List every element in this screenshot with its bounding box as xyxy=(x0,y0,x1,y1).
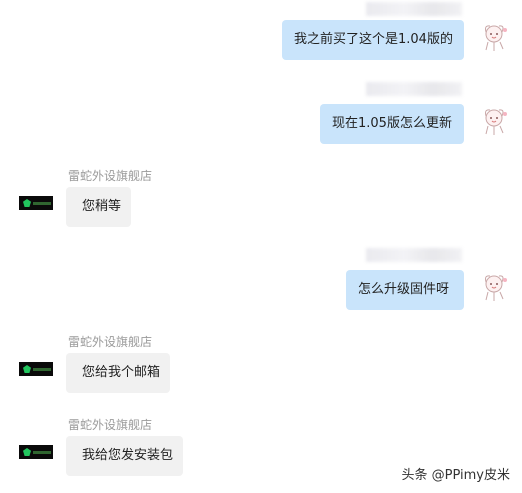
brand-text-bar xyxy=(33,367,51,371)
razer-logo-icon xyxy=(23,199,31,207)
blurred-username xyxy=(366,2,462,16)
message-text: 我给您发安装包 xyxy=(82,448,174,463)
razer-logo-icon xyxy=(23,365,31,373)
brand-text-bar xyxy=(33,201,51,205)
message-text: 我之前买了这个是1.04版的 xyxy=(294,32,453,47)
user-avatar-icon[interactable] xyxy=(480,272,510,302)
message-text: 您给我个邮箱 xyxy=(82,365,161,380)
shop-avatar[interactable] xyxy=(19,445,53,459)
razer-logo-icon xyxy=(23,448,31,456)
sender-name: 雷蛇外设旗舰店 xyxy=(68,169,153,183)
message-text: 怎么升级固件呀 xyxy=(358,282,450,297)
shop-message-bubble: 您给我个邮箱 xyxy=(66,353,170,393)
blurred-username xyxy=(366,82,462,96)
sender-name: 雷蛇外设旗舰店 xyxy=(68,418,153,432)
my-message-bubble: 现在1.05版怎么更新 xyxy=(320,104,464,144)
watermark: 头条 @PPimy皮米 xyxy=(401,468,511,483)
shop-message-bubble: 我给您发安装包 xyxy=(66,436,183,476)
message-text: 现在1.05版怎么更新 xyxy=(332,116,452,131)
blurred-username xyxy=(366,248,462,262)
my-message-bubble: 我之前买了这个是1.04版的 xyxy=(282,20,464,60)
user-avatar-icon[interactable] xyxy=(480,22,510,52)
shop-avatar[interactable] xyxy=(19,362,53,376)
user-avatar-icon[interactable] xyxy=(480,106,510,136)
my-message-bubble: 怎么升级固件呀 xyxy=(346,270,464,310)
sender-name: 雷蛇外设旗舰店 xyxy=(68,335,153,349)
brand-text-bar xyxy=(33,450,51,454)
shop-message-bubble: 您稍等 xyxy=(66,187,131,227)
message-text: 您稍等 xyxy=(82,199,122,214)
shop-avatar[interactable] xyxy=(19,196,53,210)
